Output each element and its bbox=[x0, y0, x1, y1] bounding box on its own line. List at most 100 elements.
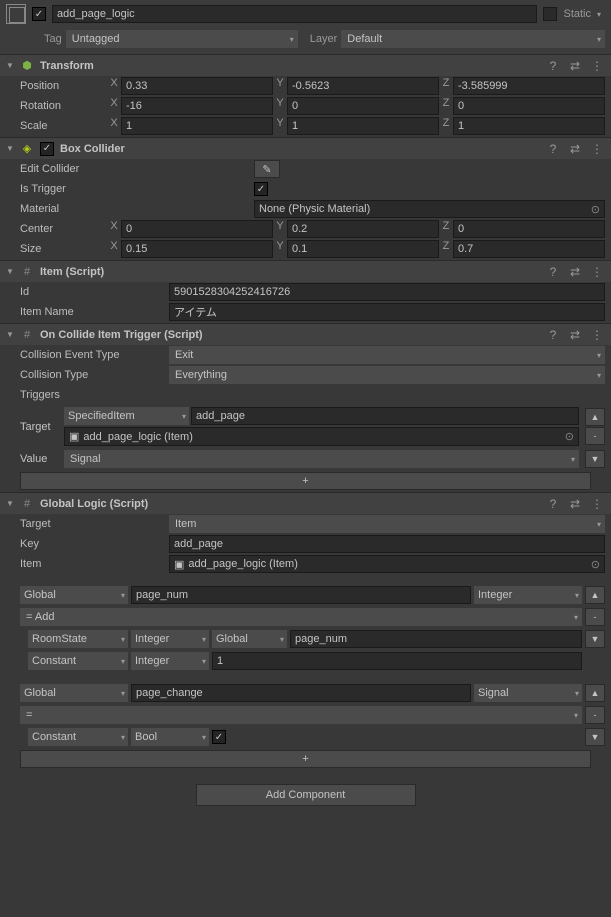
term-value-input[interactable] bbox=[212, 652, 582, 670]
help-icon[interactable]: ? bbox=[545, 496, 561, 512]
type-dropdown[interactable]: Bool bbox=[131, 728, 209, 746]
key-input[interactable] bbox=[169, 535, 605, 553]
move-up-button[interactable]: ▲ bbox=[585, 684, 605, 702]
value-dropdown[interactable]: Signal bbox=[64, 450, 579, 468]
foldout-icon[interactable]: ▼ bbox=[6, 499, 14, 508]
add-trigger-button[interactable]: + bbox=[20, 472, 591, 490]
static-dropdown-icon[interactable]: ▾ bbox=[597, 10, 605, 19]
item-name-input[interactable] bbox=[169, 303, 605, 321]
foldout-icon[interactable]: ▼ bbox=[6, 330, 14, 339]
type-dropdown[interactable]: Integer bbox=[131, 630, 209, 648]
move-down-button[interactable]: ▼ bbox=[585, 728, 605, 746]
gameobject-name-input[interactable] bbox=[52, 5, 537, 23]
var-type-dropdown[interactable]: Integer bbox=[474, 586, 582, 604]
tag-dropdown[interactable]: Untagged bbox=[66, 30, 298, 48]
remove-button[interactable]: - bbox=[585, 427, 605, 445]
help-icon[interactable]: ? bbox=[545, 141, 561, 157]
position-z-input[interactable] bbox=[453, 77, 605, 95]
static-label: Static bbox=[563, 8, 591, 20]
term-name-input[interactable] bbox=[290, 630, 582, 648]
material-field[interactable]: None (Physic Material) bbox=[254, 200, 605, 218]
source-dropdown[interactable]: Constant bbox=[28, 728, 128, 746]
size-x-input[interactable] bbox=[121, 240, 273, 258]
collision-type-dropdown[interactable]: Everything bbox=[169, 366, 605, 384]
help-icon[interactable]: ? bbox=[545, 327, 561, 343]
target-label: Target bbox=[20, 518, 165, 530]
preset-icon[interactable]: ⇄ bbox=[567, 327, 583, 343]
size-z-input[interactable] bbox=[453, 240, 605, 258]
tag-label: Tag bbox=[44, 33, 62, 45]
scale-x-input[interactable] bbox=[121, 117, 273, 135]
collision-event-type-dropdown[interactable]: Exit bbox=[169, 346, 605, 364]
foldout-icon[interactable]: ▼ bbox=[6, 267, 14, 276]
static-checkbox[interactable] bbox=[543, 7, 557, 21]
help-icon[interactable]: ? bbox=[545, 264, 561, 280]
source-dropdown[interactable]: Constant bbox=[28, 652, 128, 670]
operator-dropdown[interactable]: = Add bbox=[20, 608, 582, 626]
remove-button[interactable]: - bbox=[585, 706, 605, 724]
enabled-checkbox[interactable] bbox=[32, 7, 46, 21]
preset-icon[interactable]: ⇄ bbox=[567, 58, 583, 74]
menu-icon[interactable]: ⋮ bbox=[589, 141, 605, 157]
rotation-y-input[interactable] bbox=[287, 97, 439, 115]
scope-dropdown[interactable]: Global bbox=[20, 684, 128, 702]
preset-icon[interactable]: ⇄ bbox=[567, 264, 583, 280]
type-dropdown[interactable]: Integer bbox=[131, 652, 209, 670]
menu-icon[interactable]: ⋮ bbox=[589, 327, 605, 343]
bool-checkbox[interactable] bbox=[212, 730, 226, 744]
layer-label: Layer bbox=[310, 33, 338, 45]
var-name-input[interactable] bbox=[131, 586, 471, 604]
id-input[interactable] bbox=[169, 283, 605, 301]
size-label: Size bbox=[20, 243, 105, 255]
source-dropdown[interactable]: RoomState bbox=[28, 630, 128, 648]
target-ref-field[interactable]: ▣add_page_logic (Item) bbox=[64, 427, 579, 446]
item-name-label: Item Name bbox=[20, 306, 165, 318]
preset-icon[interactable]: ⇄ bbox=[567, 141, 583, 157]
is-trigger-checkbox[interactable] bbox=[254, 182, 268, 196]
target-dropdown[interactable]: Item bbox=[169, 515, 605, 533]
rotation-x-input[interactable] bbox=[121, 97, 273, 115]
component-enabled-checkbox[interactable] bbox=[40, 142, 54, 156]
scale-z-input[interactable] bbox=[453, 117, 605, 135]
edit-collider-button[interactable]: ✎ bbox=[254, 160, 280, 178]
scope-dropdown[interactable]: Global bbox=[20, 586, 128, 604]
scope2-dropdown[interactable]: Global bbox=[212, 630, 287, 648]
center-y-input[interactable] bbox=[287, 220, 439, 238]
menu-icon[interactable]: ⋮ bbox=[589, 58, 605, 74]
move-up-button[interactable]: ▲ bbox=[585, 408, 605, 426]
target-name-input[interactable] bbox=[191, 407, 579, 425]
remove-button[interactable]: - bbox=[585, 608, 605, 626]
edit-collider-label: Edit Collider bbox=[20, 163, 250, 175]
component-title: Global Logic (Script) bbox=[40, 498, 539, 510]
center-x-input[interactable] bbox=[121, 220, 273, 238]
var-type-dropdown[interactable]: Signal bbox=[474, 684, 582, 702]
scale-y-input[interactable] bbox=[287, 117, 439, 135]
add-component-button[interactable]: Add Component bbox=[196, 784, 416, 806]
move-up-button[interactable]: ▲ bbox=[585, 586, 605, 604]
layer-dropdown[interactable]: Default bbox=[341, 30, 605, 48]
move-down-button[interactable]: ▼ bbox=[585, 630, 605, 648]
help-icon[interactable]: ? bbox=[545, 58, 561, 74]
center-z-input[interactable] bbox=[453, 220, 605, 238]
component-title: Transform bbox=[40, 60, 539, 72]
collision-event-type-label: Collision Event Type bbox=[20, 349, 165, 361]
position-label: Position bbox=[20, 80, 105, 92]
add-operation-button[interactable]: + bbox=[20, 750, 591, 768]
var-name-input[interactable] bbox=[131, 684, 471, 702]
target-type-dropdown[interactable]: SpecifiedItem bbox=[64, 407, 189, 425]
y-label: Y bbox=[275, 77, 285, 95]
item-ref-field[interactable]: ▣add_page_logic (Item) bbox=[169, 555, 605, 573]
move-down-button[interactable]: ▼ bbox=[585, 450, 605, 468]
foldout-icon[interactable]: ▼ bbox=[6, 61, 14, 70]
position-x-input[interactable] bbox=[121, 77, 273, 95]
value-label: Value bbox=[20, 453, 60, 465]
position-y-input[interactable] bbox=[287, 77, 439, 95]
menu-icon[interactable]: ⋮ bbox=[589, 496, 605, 512]
menu-icon[interactable]: ⋮ bbox=[589, 264, 605, 280]
foldout-icon[interactable]: ▼ bbox=[6, 144, 14, 153]
preset-icon[interactable]: ⇄ bbox=[567, 496, 583, 512]
rotation-z-input[interactable] bbox=[453, 97, 605, 115]
boxcollider-icon: ◈ bbox=[20, 142, 34, 156]
size-y-input[interactable] bbox=[287, 240, 439, 258]
operator-dropdown[interactable]: = bbox=[20, 706, 582, 724]
